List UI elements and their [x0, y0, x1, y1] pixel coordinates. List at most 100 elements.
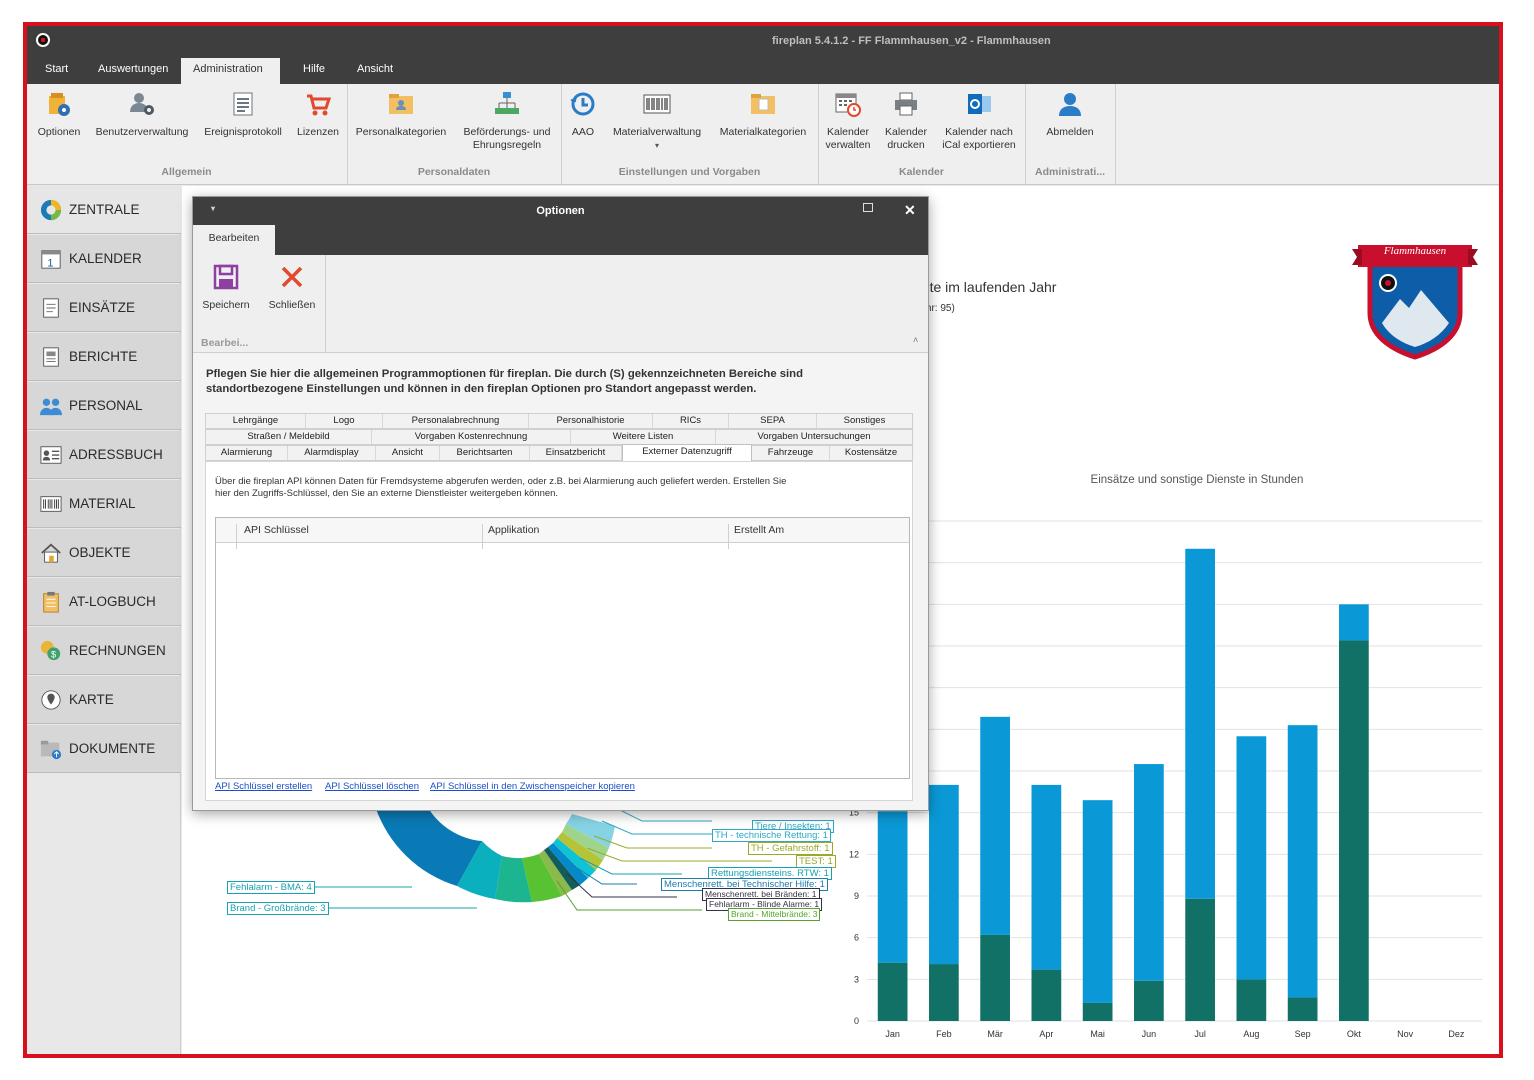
dialog-title-bar: ▾ Optionen ✕	[193, 197, 928, 225]
lizenzen-button[interactable]: Lizenzen	[295, 90, 341, 139]
kalender-drucken-label-2: drucken	[887, 139, 925, 151]
bar-segment	[1339, 640, 1369, 1021]
optionen-label: Optionen	[37, 126, 81, 138]
tab-berichtsarten[interactable]: Berichtsarten	[440, 446, 530, 460]
benutzerverwaltung-button[interactable]: Benutzerverwaltung	[93, 90, 191, 139]
tab-vorgaben-untersuchungen[interactable]: Vorgaben Untersuchungen	[716, 430, 912, 444]
tab-lehrgaenge[interactable]: Lehrgänge	[206, 414, 306, 428]
column-api-schluessel[interactable]: API Schlüssel	[244, 524, 309, 536]
api-key-copy-link[interactable]: API Schlüssel in den Zwischenspeicher ko…	[430, 781, 635, 792]
cart-icon	[307, 94, 332, 116]
sidebar-item-adressbuch[interactable]: ADRESSBUCH	[27, 431, 181, 479]
tab-alarmdisplay[interactable]: Alarmdisplay	[288, 446, 376, 460]
api-description: Über die fireplan API können Daten für F…	[215, 476, 786, 500]
menu-start[interactable]: Start	[33, 58, 80, 84]
tab-strassen-meldebild[interactable]: Straßen / Meldebild	[206, 430, 372, 444]
zentrale-icon	[40, 199, 62, 221]
options-dialog: ▾ Optionen ✕ Bearbeiten Speichern Schlie…	[192, 196, 929, 811]
materialverwaltung-button[interactable]: Materialverwaltung ▾	[609, 90, 705, 152]
y-tick-label: 6	[854, 933, 859, 943]
menu-hilfe[interactable]: Hilfe	[291, 58, 337, 84]
sidebar-item-at-logbuch[interactable]: AT-LOGBUCH	[27, 578, 181, 626]
sidebar-item-label: DOKUMENTE	[69, 741, 156, 756]
fireplan-logo-icon	[36, 33, 50, 47]
column-erstellt-am[interactable]: Erstellt Am	[734, 524, 784, 536]
bar-segment	[877, 962, 908, 1021]
tab-sepa[interactable]: SEPA	[729, 414, 817, 428]
column-applikation[interactable]: Applikation	[488, 524, 539, 536]
ereignisprotokoll-button[interactable]: Ereignisprotokoll	[201, 90, 285, 139]
menu-administration[interactable]: Administration	[181, 58, 280, 84]
kalender-verwalten-button[interactable]: Kalender verwalten	[823, 90, 873, 152]
tab-kostensaetze[interactable]: Kostensätze	[830, 446, 912, 460]
barcode-icon	[40, 496, 62, 512]
x-tick-label: Okt	[1347, 1029, 1362, 1039]
bar-segment	[1031, 784, 1062, 970]
log-sheet-icon	[233, 92, 253, 116]
materialkategorien-button[interactable]: Materialkategorien	[715, 90, 811, 139]
tab-personalabrechnung[interactable]: Personalabrechnung	[383, 414, 529, 428]
bar-segment	[1236, 736, 1267, 980]
kalender-drucken-button[interactable]: Kalender drucken	[881, 90, 931, 152]
ribbon: Optionen Benutzerverwaltung Ereignisprot…	[27, 84, 1499, 185]
sidebar-item-label: KARTE	[69, 692, 114, 707]
sidebar-item-label: ZENTRALE	[69, 202, 140, 217]
menu-auswertungen[interactable]: Auswertungen	[86, 58, 180, 84]
abmelden-button[interactable]: Abmelden	[1037, 90, 1103, 139]
dialog-restore-icon[interactable]	[863, 203, 873, 212]
bar-segment	[980, 934, 1010, 1021]
sidebar-item-dokumente[interactable]: DOKUMENTE	[27, 725, 181, 773]
api-key-delete-link[interactable]: API Schlüssel löschen	[325, 781, 419, 792]
sidebar-item-material[interactable]: MATERIAL	[27, 480, 181, 528]
house-icon	[41, 543, 61, 563]
api-key-table[interactable]: API Schlüssel Applikation Erstellt Am	[215, 517, 910, 779]
dropdown-arrow-icon[interactable]: ▾	[655, 141, 659, 150]
sidebar: ZENTRALE 1 KALENDER EINSÄTZE BERICHTE PE…	[27, 186, 181, 1054]
aao-button[interactable]: AAO	[567, 90, 599, 139]
personalkategorien-button[interactable]: Personalkategorien	[353, 90, 449, 139]
sidebar-item-personal[interactable]: PERSONAL	[27, 382, 181, 430]
printer-icon	[895, 92, 917, 116]
sidebar-item-zentrale[interactable]: ZENTRALE	[27, 186, 181, 234]
tab-rics[interactable]: RICs	[653, 414, 729, 428]
sidebar-item-objekte[interactable]: OBJEKTE	[27, 529, 181, 577]
calendar-clock-icon	[835, 93, 861, 117]
x-tick-label: Feb	[936, 1029, 952, 1039]
dialog-title: Optionen	[536, 205, 585, 217]
sidebar-item-karte[interactable]: KARTE	[27, 676, 181, 724]
optionen-button[interactable]: Optionen	[35, 90, 83, 139]
bar-segment	[1236, 979, 1267, 1021]
menu-bar: Start Auswertungen Administration Hilfe …	[27, 58, 1499, 84]
menu-ansicht[interactable]: Ansicht	[345, 58, 405, 84]
group-personaldaten: Personaldaten	[417, 166, 491, 178]
sidebar-item-rechnungen[interactable]: $ RECHNUNGEN	[27, 627, 181, 675]
tab-ansicht[interactable]: Ansicht	[376, 446, 440, 460]
bar-segment	[1287, 997, 1318, 1021]
tab-einsatzbericht[interactable]: Einsatzbericht	[530, 446, 622, 460]
kalender-ical-label-1: Kalender nach	[945, 126, 1013, 138]
tab-externer-datenzugriff[interactable]: Externer Datenzugriff	[622, 444, 752, 461]
befoerderungen-button[interactable]: Beförderungs- und Ehrungsregeln	[457, 90, 557, 152]
tab-sonstiges[interactable]: Sonstiges	[817, 414, 912, 428]
collapse-ribbon-icon[interactable]: ˄	[913, 335, 918, 345]
schliessen-button[interactable]: Schließen	[267, 263, 317, 312]
tab-vorgaben-kostenrechnung[interactable]: Vorgaben Kostenrechnung	[372, 430, 571, 444]
sidebar-item-kalender[interactable]: 1 KALENDER	[27, 235, 181, 283]
intro-line-1: Pflegen Sie hier die allgemeinen Program…	[206, 368, 803, 380]
bar-segment	[1082, 1002, 1113, 1021]
users-gear-icon	[130, 93, 154, 115]
sidebar-item-berichte[interactable]: BERICHTE	[27, 333, 181, 381]
api-key-create-link[interactable]: API Schlüssel erstellen	[215, 781, 312, 792]
dialog-close-icon[interactable]: ✕	[904, 202, 916, 219]
ribbon-group-separator	[325, 255, 326, 352]
tab-fahrzeuge[interactable]: Fahrzeuge	[752, 446, 830, 460]
speichern-button[interactable]: Speichern	[201, 263, 251, 312]
kalender-ical-label-2: iCal exportieren	[942, 139, 1016, 151]
tab-weitere-listen[interactable]: Weitere Listen	[571, 430, 716, 444]
tab-bearbeiten[interactable]: Bearbeiten	[193, 225, 275, 255]
tab-logo[interactable]: Logo	[306, 414, 383, 428]
kalender-ical-button[interactable]: Kalender nach iCal exportieren	[937, 90, 1021, 152]
tab-alarmierung[interactable]: Alarmierung	[206, 446, 288, 460]
tab-personalhistorie[interactable]: Personalhistorie	[529, 414, 653, 428]
sidebar-item-einsaetze[interactable]: EINSÄTZE	[27, 284, 181, 332]
